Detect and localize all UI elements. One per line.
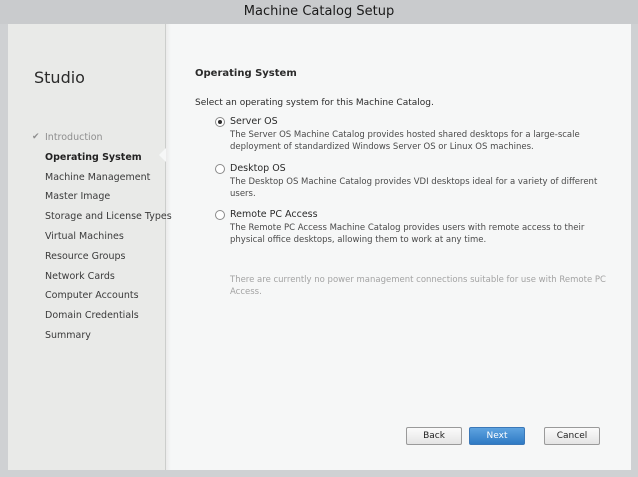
step-label: Storage and License Types: [45, 211, 172, 223]
desktop-os-radio[interactable]: [215, 164, 225, 174]
step-storage-license-types: Storage and License Types: [32, 207, 172, 227]
remote-pc-access-radio[interactable]: [215, 210, 225, 220]
back-button[interactable]: Back: [406, 427, 462, 445]
step-operating-system[interactable]: Operating System: [32, 148, 172, 168]
server-os-radio[interactable]: [215, 117, 225, 127]
page-prompt: Select an operating system for this Mach…: [195, 98, 434, 108]
next-button[interactable]: Next: [469, 427, 525, 445]
sidebar-heading: Studio: [34, 68, 85, 87]
step-label: Domain Credentials: [45, 310, 139, 322]
step-resource-groups: Resource Groups: [32, 247, 172, 267]
step-summary: Summary: [32, 326, 172, 346]
sidebar-divider: [165, 24, 171, 470]
remote-pc-note: There are currently no power management …: [230, 275, 606, 297]
step-label: Resource Groups: [45, 250, 126, 262]
step-machine-management: Machine Management: [32, 168, 172, 188]
option-label[interactable]: Desktop OS: [230, 163, 286, 174]
step-network-cards: Network Cards: [32, 267, 172, 287]
check-icon: ✔: [32, 132, 40, 142]
cancel-button[interactable]: Cancel: [544, 427, 600, 445]
step-master-image: Master Image: [32, 187, 172, 207]
option-label[interactable]: Server OS: [230, 116, 278, 127]
active-step-pointer: [159, 148, 166, 162]
step-label: Introduction: [45, 132, 103, 143]
page-title: Operating System: [195, 68, 297, 79]
option-description: The Remote PC Access Machine Catalog pro…: [230, 223, 585, 245]
step-label: Virtual Machines: [45, 230, 124, 242]
window-title: Machine Catalog Setup: [0, 0, 638, 24]
step-domain-credentials: Domain Credentials: [32, 306, 172, 326]
step-introduction[interactable]: ✔ Introduction: [32, 128, 172, 148]
option-description: The Server OS Machine Catalog provides h…: [230, 130, 580, 152]
wizard-content: Operating System Select an operating sys…: [193, 24, 613, 470]
step-label: Master Image: [45, 191, 111, 203]
step-label: Computer Accounts: [45, 290, 139, 302]
option-label[interactable]: Remote PC Access: [230, 209, 318, 220]
step-virtual-machines: Virtual Machines: [32, 227, 172, 247]
step-label: Summary: [45, 329, 91, 341]
option-description: The Desktop OS Machine Catalog provides …: [230, 177, 598, 199]
wizard-sidebar: Studio ✔ Introduction Operating System M…: [8, 24, 172, 470]
step-label: Machine Management: [45, 171, 151, 183]
wizard-steps: ✔ Introduction Operating System Machine …: [32, 128, 172, 346]
wizard-window: Machine Catalog Setup Studio ✔ Introduct…: [0, 0, 638, 477]
wizard-client-area: Studio ✔ Introduction Operating System M…: [8, 24, 631, 470]
step-label: Network Cards: [45, 270, 115, 282]
step-computer-accounts: Computer Accounts: [32, 286, 172, 306]
step-label: Operating System: [45, 151, 142, 163]
